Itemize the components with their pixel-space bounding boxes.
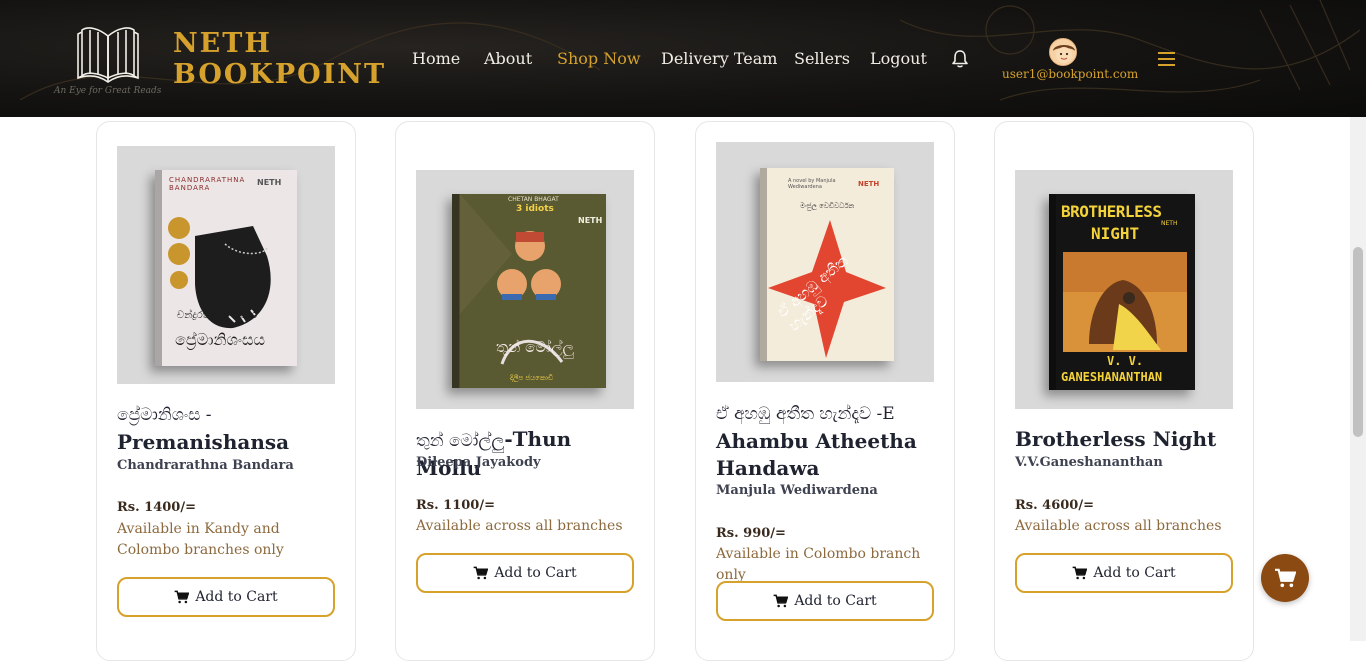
cover-publisher-text: NETH bbox=[1161, 220, 1178, 227]
brand-name[interactable]: NETH BOOKPOINT bbox=[173, 28, 386, 90]
add-to-cart-label: Add to Cart bbox=[195, 589, 278, 605]
cover-publisher-text: NETH bbox=[858, 180, 880, 188]
product-title-english: Ahambu Atheetha Handawa bbox=[716, 429, 917, 480]
product-card: A novel by Manjula Wediwardena NETH මංජු… bbox=[695, 121, 955, 661]
brand-name-line1: NETH bbox=[173, 28, 272, 59]
product-author: Chandrarathna Bandara bbox=[117, 458, 294, 473]
product-title[interactable]: තුන් මෝල්ලු-Thun Mollu bbox=[416, 426, 641, 482]
cover-title-line2: NIGHT bbox=[1091, 224, 1140, 243]
cover-title-line1: BROTHERLESS bbox=[1061, 202, 1162, 221]
book-cover-image[interactable]: CHETAN BHAGAT 3 idiots NETH තුන් මෝල්ලු … bbox=[416, 170, 634, 409]
bell-icon[interactable] bbox=[950, 49, 970, 69]
book-cover-image[interactable]: BROTHERLESS NIGHT NETH V. V. GANESHANANT… bbox=[1015, 170, 1233, 409]
scrollbar-thumb[interactable] bbox=[1353, 247, 1363, 437]
product-title[interactable]: ප්‍රේමානිශංස - Premanishansa bbox=[117, 402, 342, 456]
book-cover-ahambu: A novel by Manjula Wediwardena NETH මංජු… bbox=[760, 168, 894, 361]
product-author: Dileepa Jayakody bbox=[416, 455, 541, 470]
site-header: An Eye for Great Reads NETH BOOKPOINT Ho… bbox=[0, 0, 1366, 117]
cover-top-text: A novel by Manjula Wediwardena bbox=[788, 178, 836, 190]
cart-icon bbox=[174, 590, 190, 604]
nav-logout[interactable]: Logout bbox=[870, 49, 927, 68]
product-availability: Available in Kandy and Colombo branches … bbox=[117, 521, 284, 558]
book-cover-image[interactable]: A novel by Manjula Wediwardena NETH මංජු… bbox=[716, 142, 934, 382]
cart-icon bbox=[1275, 568, 1296, 588]
floating-cart-button[interactable] bbox=[1261, 554, 1309, 602]
cover-author-text: CHANDRARATHNA BANDARA bbox=[169, 176, 246, 192]
add-to-cart-button[interactable]: Add to Cart bbox=[416, 553, 634, 593]
user-avatar[interactable] bbox=[1049, 38, 1077, 66]
product-title-sinhala: තුන් මෝල්ලු bbox=[416, 431, 505, 451]
cover-author-line2: GANESHANANTHAN bbox=[1061, 370, 1163, 384]
product-card: BROTHERLESS NIGHT NETH V. V. GANESHANANT… bbox=[994, 121, 1254, 661]
nav-about[interactable]: About bbox=[484, 49, 532, 68]
add-to-cart-button[interactable]: Add to Cart bbox=[117, 577, 335, 617]
product-author: Manjula Wediwardena bbox=[716, 483, 878, 498]
add-to-cart-label: Add to Cart bbox=[1093, 565, 1176, 581]
nav-delivery-team[interactable]: Delivery Team bbox=[661, 49, 777, 68]
product-title-sinhala: ඒ අහඹු අතීත හැන්දෑව -E bbox=[716, 404, 895, 424]
book-cover-image[interactable]: CHANDRARATHNA BANDARA NETH චන්ද්‍රරත්න බ… bbox=[117, 146, 335, 384]
page-scrollbar[interactable] bbox=[1350, 117, 1366, 641]
nav-sellers[interactable]: Sellers bbox=[794, 49, 850, 68]
add-to-cart-button[interactable]: Add to Cart bbox=[716, 581, 934, 621]
user-email[interactable]: user1@bookpoint.com bbox=[1002, 67, 1138, 81]
book-cover-premanishansa: CHANDRARATHNA BANDARA NETH චන්ද්‍රරත්න බ… bbox=[155, 170, 297, 366]
product-availability: Available across all branches bbox=[416, 518, 623, 534]
cover-author-line1: V. V. bbox=[1107, 354, 1144, 368]
product-price: Rs. 4600/= bbox=[1015, 498, 1094, 513]
cover-publisher-text: NETH bbox=[257, 178, 282, 187]
add-to-cart-label: Add to Cart bbox=[494, 565, 577, 581]
product-title-sinhala: ප්‍රේමානිශංස - bbox=[117, 405, 212, 425]
product-author: V.V.Ganeshananthan bbox=[1015, 455, 1163, 470]
product-availability: Available in Colombo branch only bbox=[716, 546, 921, 583]
cover-title-si: ප්‍රේමානිශංසය bbox=[175, 330, 266, 349]
cover-top-text: CHETAN BHAGAT bbox=[508, 196, 559, 203]
nav-shop-now[interactable]: Shop Now bbox=[557, 49, 641, 68]
product-title[interactable]: Brotherless Night bbox=[1015, 426, 1240, 453]
product-price: Rs. 1400/= bbox=[117, 500, 196, 515]
brand-tagline: An Eye for Great Reads bbox=[54, 86, 162, 96]
product-title-english: Premanishansa bbox=[117, 430, 290, 454]
brand-name-line2: BOOKPOINT bbox=[173, 59, 387, 90]
cover-sub-text: 3 idiots bbox=[516, 204, 554, 214]
product-availability: Available across all branches bbox=[1015, 518, 1222, 534]
add-to-cart-button[interactable]: Add to Cart bbox=[1015, 553, 1233, 593]
product-price: Rs. 1100/= bbox=[416, 498, 495, 513]
product-card: CHETAN BHAGAT 3 idiots NETH තුන් මෝල්ලු … bbox=[395, 121, 655, 661]
cover-author-si: දිලීප ජයකොඩි bbox=[510, 374, 554, 382]
book-cover-brotherless-night: BROTHERLESS NIGHT NETH V. V. GANESHANANT… bbox=[1049, 194, 1195, 390]
cart-icon bbox=[473, 566, 489, 580]
nav-home[interactable]: Home bbox=[412, 49, 460, 68]
product-title[interactable]: ඒ අහඹු අතීත හැන්දෑව -E Ahambu Atheetha H… bbox=[716, 401, 941, 482]
cart-icon bbox=[773, 594, 789, 608]
cover-title-si: තුන් මෝල්ලු bbox=[496, 338, 574, 356]
cover-publisher-text: NETH bbox=[578, 216, 603, 225]
product-card: CHANDRARATHNA BANDARA NETH චන්ද්‍රරත්න බ… bbox=[96, 121, 356, 661]
hamburger-menu-icon[interactable] bbox=[1158, 52, 1175, 66]
cover-author-si: මංජුල වෙඩිවර්ධන bbox=[800, 202, 855, 210]
cover-author-si: චන්ද්‍රරත්න බණ්ඩාර bbox=[177, 310, 258, 321]
add-to-cart-label: Add to Cart bbox=[794, 593, 877, 609]
product-title-english: Brotherless Night bbox=[1015, 427, 1217, 451]
cart-icon bbox=[1072, 566, 1088, 580]
book-cover-thun-mollu: CHETAN BHAGAT 3 idiots NETH තුන් මෝල්ලු … bbox=[452, 194, 606, 388]
product-price: Rs. 990/= bbox=[716, 526, 786, 541]
